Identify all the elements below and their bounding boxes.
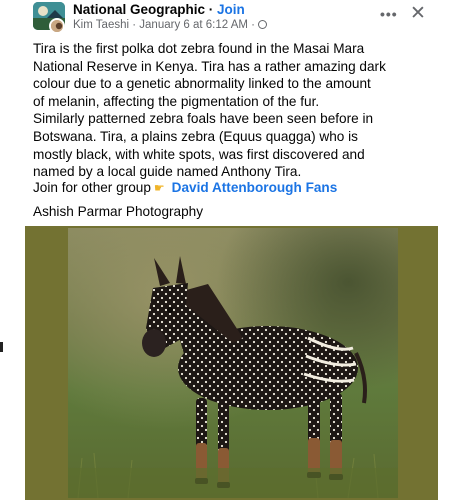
body-line: Similarly patterned zebra foals have bee… [33,111,374,127]
post-date[interactable]: January 6 at 6:12 AM [139,19,248,31]
meta-separator: · [251,19,259,31]
photo-frame[interactable] [25,226,438,500]
photo-credit: Ashish Parmar Photography [33,204,204,219]
body-line: Tira is the first polka dot zebra found … [33,41,365,56]
join-button[interactable]: Join [217,2,245,17]
edge-marker [0,342,3,352]
pointing-hand-icon: ☛ [153,181,165,195]
post-header: National Geographic · Join Kim Taeshi · … [25,0,438,36]
post-body: Tira is the first polka dot zebra found … [33,40,433,181]
title-separator: · [205,2,218,17]
body-line: colour due to a genetic abnormality link… [33,76,371,92]
author-avatar[interactable] [49,18,65,34]
body-line: Botswana. Tira, a plains zebra (Equus qu… [33,128,358,144]
page-name-link[interactable]: National Geographic [73,2,205,17]
author-name[interactable]: Kim Taeshi [73,19,129,31]
close-icon[interactable]: ✕ [410,2,426,25]
group-link[interactable]: David Attenborough Fans [172,180,338,195]
body-line: mostly black, with white spots, was firs… [33,146,365,162]
more-options-icon[interactable]: ••• [380,6,398,22]
page-title: National Geographic · Join [73,2,245,17]
person-avatar-icon [51,20,63,32]
globe-icon [258,20,268,29]
body-line: National Reserve in Kenya. Tira has a ra… [33,58,386,74]
join-text: Join for other group [33,180,151,195]
polka-dot-zebra-photo-icon [68,228,398,498]
facebook-post: National Geographic · Join Kim Taeshi · … [25,0,438,500]
body-line: of melanin, affecting the pigmentation o… [33,93,320,109]
body-line: named by a local guide named Anthony Tir… [33,164,302,180]
post-meta: Kim Taeshi · January 6 at 6:12 AM · [73,19,268,31]
zebra-photo[interactable] [68,228,398,498]
join-group-row: Join for other group ☛ David Attenborough … [33,180,337,195]
